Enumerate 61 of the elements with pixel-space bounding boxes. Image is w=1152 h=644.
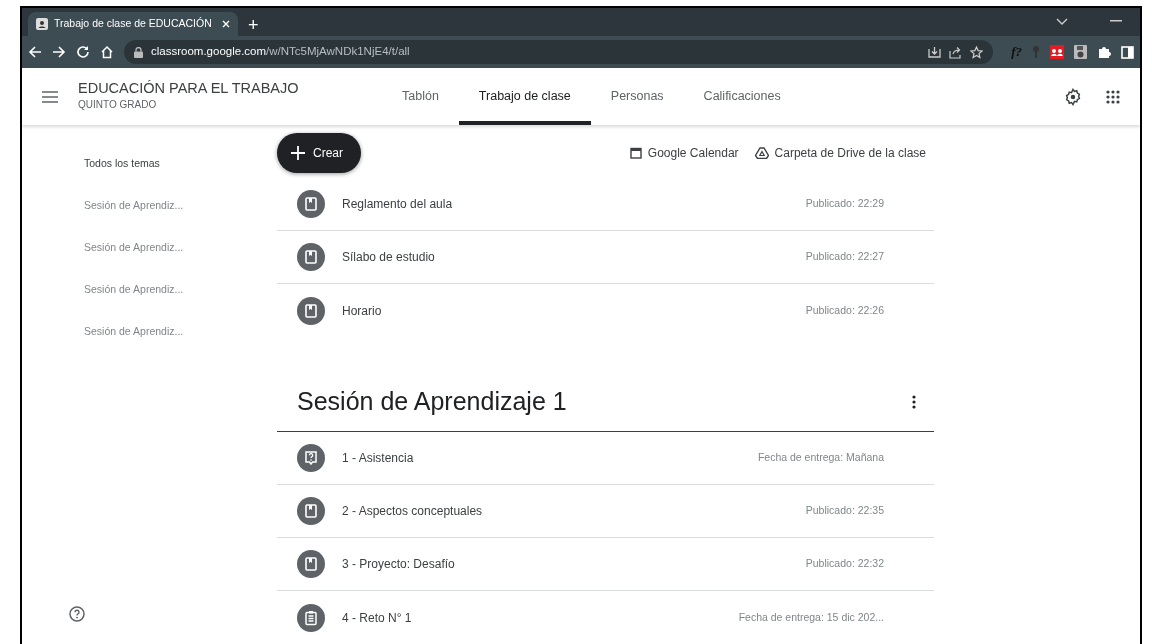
help-icon[interactable] [69, 606, 85, 622]
share-icon[interactable] [949, 45, 963, 59]
side-panel-icon[interactable] [1121, 45, 1134, 59]
clipboard-icon [297, 603, 325, 632]
floppy-icon[interactable] [1074, 45, 1087, 59]
nav-tab[interactable]: Calificaciones [683, 68, 801, 125]
menu-icon[interactable] [42, 90, 58, 103]
link[interactable]: Google Calendar [629, 144, 739, 162]
install-icon[interactable] [928, 45, 942, 59]
topic-link[interactable]: Sesión de Aprendiz... [84, 313, 277, 351]
topic-link[interactable]: Sesión de Aprendiz... [84, 229, 277, 267]
lock-icon [134, 46, 143, 58]
question-icon [297, 444, 325, 472]
reload-icon[interactable] [76, 45, 90, 59]
calendar-icon [629, 147, 642, 159]
item-date: Fecha de entrega: Mañana [757, 450, 884, 466]
puzzle-icon[interactable] [1097, 45, 1111, 59]
nav-tab[interactable]: Personas [590, 68, 684, 125]
book-icon [297, 296, 325, 325]
chevron-down-icon[interactable] [1056, 18, 1068, 26]
tab-title: Trabajo de clase de EDUCACIÓN [54, 16, 213, 32]
item-date: Publicado: 22:32 [805, 556, 884, 572]
drive-icon [754, 147, 769, 159]
item-title[interactable]: Horario [342, 301, 806, 320]
item-title[interactable]: 1 - Asistencia [342, 449, 758, 467]
link[interactable]: Carpeta de Drive de la clase [754, 144, 926, 162]
item-title[interactable]: Sílabo de estudio [342, 248, 806, 266]
item-title[interactable]: 4 - Reto N° 1 [342, 608, 739, 627]
item-date: Publicado: 22:27 [805, 249, 884, 265]
forward-icon[interactable] [52, 45, 66, 59]
back-icon[interactable] [28, 45, 42, 59]
book-icon [297, 497, 325, 525]
nav-tab[interactable]: Tablón [382, 68, 459, 125]
topic-link[interactable]: Sesión de Aprendiz... [84, 187, 277, 225]
item-date: Fecha de entrega: 15 dic 202... [738, 609, 884, 625]
close-icon[interactable] [222, 20, 230, 28]
book-icon [297, 190, 325, 218]
item-title[interactable]: 2 - Aspectos conceptuales [342, 502, 806, 520]
item-date: Publicado: 22:29 [805, 196, 884, 212]
topic-title: Sesión de Aprendizaje 1 [297, 385, 567, 417]
item-title[interactable]: 3 - Proyecto: Desafío [342, 555, 806, 573]
item-date: Publicado: 22:35 [805, 503, 884, 519]
item-date: Publicado: 22:26 [805, 302, 884, 318]
topic-link[interactable]: Todos los temas [84, 145, 277, 183]
class-name[interactable]: EDUCACIÓN PARA EL TRABAJO [78, 81, 299, 97]
settings-icon[interactable] [1064, 87, 1082, 106]
book-icon [297, 243, 325, 271]
favicon-icon [36, 18, 48, 30]
class-section: QUINTO GRADO [78, 96, 299, 112]
new-tab-button[interactable]: + [248, 16, 259, 34]
home-icon[interactable] [100, 45, 114, 59]
nav-tab[interactable]: Trabajo de clase [458, 68, 591, 125]
star-icon[interactable] [970, 45, 984, 59]
apps-icon[interactable] [1106, 89, 1120, 104]
more-icon[interactable] [912, 394, 916, 409]
create-button[interactable]: Crear [277, 133, 361, 173]
people-icon[interactable] [1050, 45, 1064, 59]
plus-icon [291, 146, 305, 160]
topic-link[interactable]: Sesión de Aprendiz... [84, 271, 277, 309]
item-title[interactable]: Reglamento del aula [342, 195, 806, 213]
book-icon [297, 550, 325, 578]
